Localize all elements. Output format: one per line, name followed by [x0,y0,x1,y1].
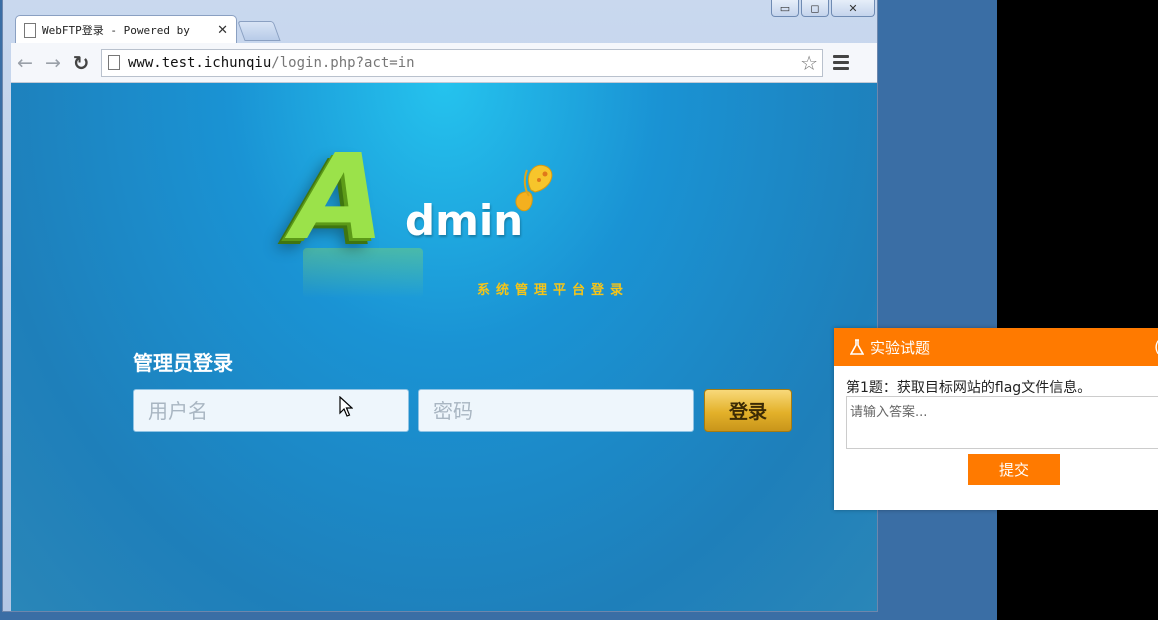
task-panel-title: 实验试题 [870,338,931,357]
panel-toggle-icon[interactable]: ( [1154,338,1158,356]
desktop-background [997,0,1158,620]
browser-window: ▭ ◻ ✕ WebFTP登录 - Powered by ✕ ← → ↻ www.… [2,0,878,612]
lab-task-panel: 实验试题 ( 第1题：获取目标网站的flag文件信息。 提交 [834,328,1158,510]
reload-icon[interactable]: ↻ [67,49,95,77]
back-arrow-icon[interactable]: ← [11,49,39,77]
login-button[interactable]: 登录 [704,389,792,432]
forward-arrow-icon[interactable]: → [39,49,67,77]
browser-tab[interactable]: WebFTP登录 - Powered by ✕ [15,15,237,44]
butterfly-icon [515,164,553,212]
menu-icon[interactable] [833,55,849,70]
password-input[interactable] [418,389,694,432]
tab-title: WebFTP登录 - Powered by [42,24,190,37]
browser-toolbar: ← → ↻ www.test.ichunqiu/login.php?act=in… [11,43,877,83]
close-window-button[interactable]: ✕ [831,0,875,17]
mouse-cursor-icon [339,396,353,417]
task-panel-header: 实验试题 ( [834,328,1158,366]
username-input[interactable] [133,389,409,432]
maximize-button[interactable]: ◻ [801,0,829,17]
task-question: 第1题：获取目标网站的flag文件信息。 [846,380,1092,396]
address-bar[interactable]: www.test.ichunqiu/login.php?act=in ☆ [101,48,823,77]
url-host: www.test.ichunqiu [128,54,272,71]
window-controls: ▭ ◻ ✕ [771,0,875,17]
page-icon [108,55,120,70]
new-tab-button[interactable] [237,21,281,41]
page-viewport: A dmin 系统管理平台登录 管理员登录 登录 [11,83,877,611]
answer-input[interactable] [846,396,1158,449]
page-icon [24,22,36,38]
logo-letter: A [278,128,399,266]
platform-subtitle: 系统管理平台登录 [477,283,630,298]
minimize-button[interactable]: ▭ [771,0,799,17]
close-tab-icon[interactable]: ✕ [217,23,228,38]
flask-icon [850,339,864,355]
url-path: /login.php?act=in [271,54,415,71]
submit-button[interactable]: 提交 [968,454,1060,485]
star-icon[interactable]: ☆ [800,51,818,75]
login-title: 管理员登录 [133,351,233,375]
